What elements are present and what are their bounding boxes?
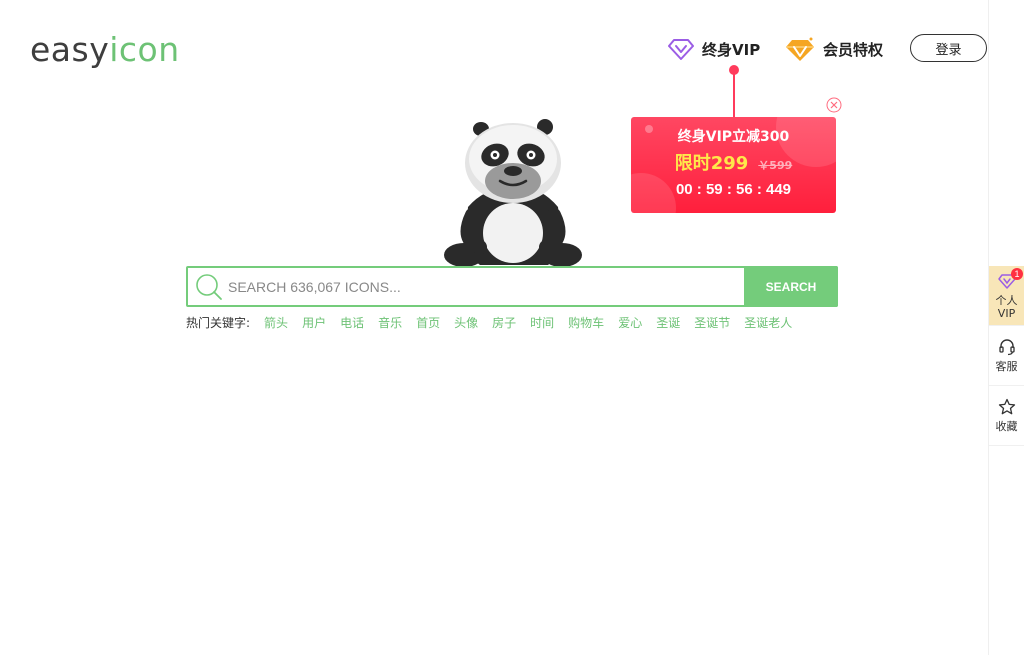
gold-diamond-icon [786, 37, 814, 61]
site-logo[interactable]: easyicon [30, 22, 180, 70]
hot-keywords: 热门关键字: 箭头 用户 电话 音乐 首页 头像 房子 时间 购物车 爱心 圣诞 圣诞节 圣诞老人 [186, 314, 838, 332]
promo-old-price: ￥599 [758, 159, 793, 172]
search-bar: SEARCH [186, 266, 838, 307]
search-button[interactable]: SEARCH [744, 266, 838, 307]
hot-keyword-link[interactable]: 电话 [340, 316, 364, 330]
promo-pin-line [733, 72, 735, 118]
hot-keyword-link[interactable]: 圣诞 [656, 316, 680, 330]
member-privilege-label: 会员特权 [823, 40, 884, 59]
hot-keyword-link[interactable]: 用户 [302, 316, 326, 330]
headset-icon [998, 339, 1015, 356]
hot-keyword-link[interactable]: 音乐 [378, 316, 402, 330]
hot-keyword-link[interactable]: 箭头 [264, 316, 288, 330]
search-input[interactable] [228, 268, 744, 305]
sidebar-service-label: 客服 [995, 360, 1018, 373]
promo-banner[interactable]: 终身VIP立减300 限时299 ￥599 00 : 59 : 56 : 449 [631, 117, 836, 213]
member-privilege-link[interactable]: 会员特权 [785, 34, 883, 64]
search-icon [190, 268, 228, 305]
login-button[interactable]: 登录 [910, 34, 987, 62]
promo-title: 终身VIP立减300 [677, 129, 790, 145]
sidebar-item-personal-vip[interactable]: 1 个人 VIP [989, 266, 1024, 326]
sidebar-vip-label-line2: VIP [997, 306, 1016, 320]
sidebar-item-favorite[interactable]: 收藏 [989, 386, 1024, 446]
hot-keyword-link[interactable]: 圣诞节 [694, 316, 730, 330]
sidebar-item-service[interactable]: 客服 [989, 326, 1024, 386]
hot-keyword-link[interactable]: 头像 [454, 316, 478, 330]
lifetime-vip-label: 终身VIP [702, 40, 761, 59]
logo-text: easyicon [30, 30, 180, 70]
hot-keyword-link[interactable]: 圣诞老人 [744, 316, 792, 330]
panda-mascot-icon [444, 119, 582, 267]
promo-price: 限时299 [674, 153, 749, 174]
hot-keyword-link[interactable]: 购物车 [568, 316, 604, 330]
hot-keyword-link[interactable]: 爱心 [618, 316, 642, 330]
notification-badge: 1 [1011, 268, 1023, 280]
hot-keyword-link[interactable]: 房子 [492, 316, 516, 330]
star-icon [998, 398, 1015, 415]
logo-text-easy: easy [30, 30, 110, 69]
hot-keywords-label: 热门关键字: [186, 316, 251, 330]
right-sidebar: 1 个人 VIP 客服 收藏 [989, 266, 1024, 446]
promo-countdown: 00 : 59 : 56 : 449 [675, 181, 792, 198]
hot-keyword-link[interactable]: 首页 [416, 316, 440, 330]
hot-keyword-link[interactable]: 时间 [530, 316, 554, 330]
logo-text-icon: icon [109, 30, 180, 69]
sidebar-vip-label-line1: 个人 [995, 293, 1018, 307]
close-icon[interactable] [826, 97, 842, 113]
lifetime-vip-link[interactable]: 终身VIP [668, 34, 760, 64]
promo-pin-dot [729, 65, 739, 75]
purple-diamond-icon [668, 39, 694, 60]
sidebar-favorite-label: 收藏 [995, 420, 1018, 433]
promo-price-row: 限时299 ￥599 [631, 149, 836, 175]
